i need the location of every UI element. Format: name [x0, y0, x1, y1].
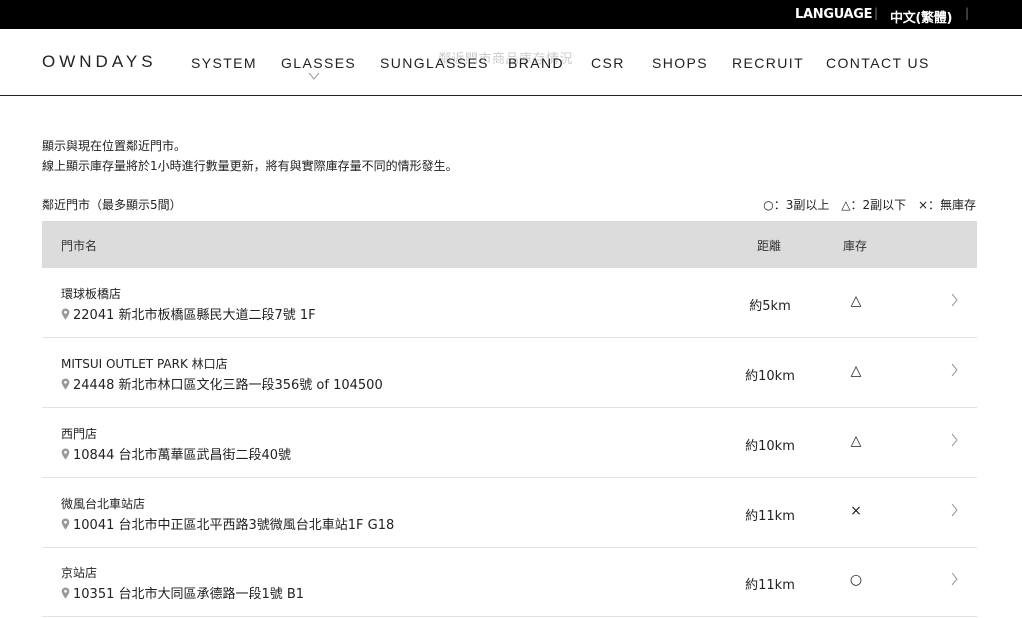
- address-text: 10041 台北市中正區北平西路3號微風台北車站1F G18: [73, 518, 395, 533]
- store-name: 微風台北車站店: [61, 497, 146, 511]
- intro-text: 顯示與現在位置鄰近門市。 線上顯示庫存量將於1小時進行數量更新，將有與實際庫存量…: [42, 136, 458, 176]
- stock-status: △: [850, 433, 862, 449]
- store-name: MITSUI OUTLET PARK 林口店: [61, 357, 228, 371]
- stock-status: △: [850, 293, 862, 309]
- stock-status: △: [850, 363, 862, 379]
- chevron-down-icon: [308, 72, 320, 80]
- legend-item: ×：無庫存: [917, 198, 976, 212]
- divider: |: [965, 6, 970, 20]
- top-bar: LANGUAGE | 中文(繁體) |: [0, 0, 1022, 29]
- store-address: 10844 台北市萬華區武昌街二段40號: [61, 444, 291, 463]
- store-name: 京站店: [61, 566, 98, 580]
- table-row[interactable]: 京站店 10351 台北市大同區承德路一段1號 B1 約11km ○: [42, 547, 977, 617]
- chevron-right-icon[interactable]: [950, 433, 958, 447]
- table-row[interactable]: 環球板橋店 22041 新北市板橋區縣民大道二段7號 1F 約5km △: [42, 268, 977, 338]
- nav-recruit[interactable]: RECRUIT: [732, 55, 804, 71]
- map-pin-icon: [61, 308, 70, 320]
- address-text: 10351 台北市大同區承德路一段1號 B1: [73, 587, 305, 602]
- map-pin-icon: [61, 378, 70, 390]
- chevron-right-icon[interactable]: [950, 293, 958, 307]
- current-language-link[interactable]: 中文(繁體): [890, 7, 952, 26]
- column-header-distance: 距離: [757, 239, 782, 253]
- stock-status: ×: [850, 503, 862, 519]
- language-label[interactable]: LANGUAGE: [795, 7, 873, 22]
- map-pin-icon: [61, 518, 70, 530]
- chevron-right-icon[interactable]: [950, 572, 958, 586]
- legend-item: △：2副以下: [841, 198, 907, 212]
- table-row[interactable]: MITSUI OUTLET PARK 林口店 24448 新北市林口區文化三路一…: [42, 338, 977, 408]
- owndays-logo[interactable]: OWNDAYS: [42, 52, 157, 72]
- nav-shops[interactable]: SHOPS: [652, 55, 708, 71]
- nav-system[interactable]: SYSTEM: [191, 55, 257, 71]
- address-text: 24448 新北市林口區文化三路一段356號 of 104500: [73, 378, 383, 393]
- nav-glasses[interactable]: GLASSES: [281, 55, 356, 71]
- store-distance: 約10km: [745, 439, 795, 454]
- column-header-store: 門市名: [61, 239, 98, 253]
- store-name: 西門店: [61, 427, 98, 441]
- intro-line: 線上顯示庫存量將於1小時進行數量更新，將有與實際庫存量不同的情形發生。: [42, 159, 458, 173]
- intro-line: 顯示與現在位置鄰近門市。: [42, 139, 187, 153]
- column-header-stock: 庫存: [843, 239, 868, 253]
- store-name: 環球板橋店: [61, 287, 122, 301]
- nav-sunglasses[interactable]: SUNGLASSES: [380, 55, 489, 71]
- address-text: 22041 新北市板橋區縣民大道二段7號 1F: [73, 308, 316, 323]
- legend-item: ○：3副以上: [763, 198, 830, 212]
- map-pin-icon: [61, 587, 70, 599]
- store-address: 10351 台北市大同區承德路一段1號 B1: [61, 583, 304, 602]
- nearby-stores-label: 鄰近門市（最多顯示5間）: [42, 198, 182, 212]
- nav-brand[interactable]: BRAND: [508, 55, 564, 71]
- store-distance: 約11km: [745, 509, 795, 524]
- store-distance: 約10km: [745, 369, 795, 384]
- store-distance: 約5km: [749, 299, 791, 314]
- divider: |: [874, 6, 879, 20]
- store-address: 24448 新北市林口區文化三路一段356號 of 104500: [61, 374, 383, 393]
- chevron-right-icon[interactable]: [950, 363, 958, 377]
- store-address: 22041 新北市板橋區縣民大道二段7號 1F: [61, 304, 316, 323]
- table-row[interactable]: 微風台北車站店 10041 台北市中正區北平西路3號微風台北車站1F G18 約…: [42, 478, 977, 548]
- store-address: 10041 台北市中正區北平西路3號微風台北車站1F G18: [61, 514, 394, 533]
- stock-status: ○: [849, 572, 863, 588]
- chevron-right-icon[interactable]: [950, 503, 958, 517]
- site-header: OWNDAYS 鄰近門市商品庫存情況 SYSTEM GLASSES SUNGLA…: [0, 29, 1022, 96]
- store-distance: 約11km: [745, 578, 795, 593]
- nav-csr[interactable]: CSR: [591, 55, 625, 71]
- table-row[interactable]: 西門店 10844 台北市萬華區武昌街二段40號 約10km △: [42, 408, 977, 478]
- stock-legend: ○：3副以上 △：2副以下 ×：無庫存: [755, 196, 976, 213]
- address-text: 10844 台北市萬華區武昌街二段40號: [73, 448, 292, 463]
- table-header: 門市名 距離 庫存: [42, 221, 977, 268]
- map-pin-icon: [61, 448, 70, 460]
- nav-contact-us[interactable]: CONTACT US: [826, 55, 930, 71]
